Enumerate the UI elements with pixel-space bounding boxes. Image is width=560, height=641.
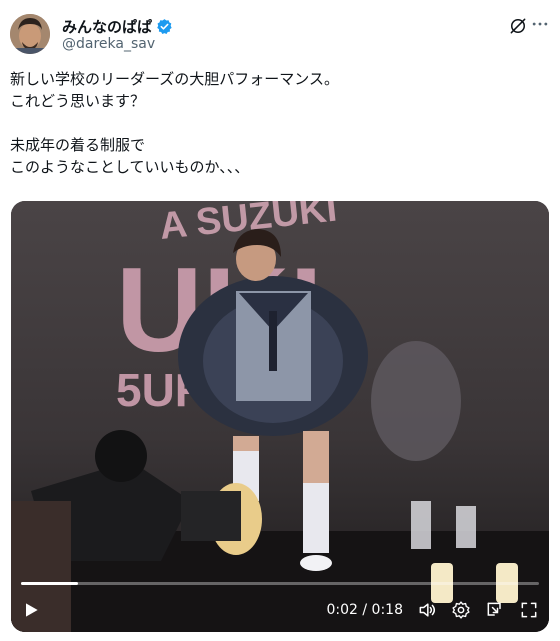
fullscreen-icon[interactable] bbox=[519, 600, 539, 620]
more-icon[interactable] bbox=[530, 14, 550, 34]
post-header: みんなのぱぱ @dareka_sav bbox=[10, 14, 550, 58]
pip-icon[interactable] bbox=[485, 600, 505, 620]
display-name[interactable]: みんなのぱぱ bbox=[62, 16, 152, 37]
grok-icon[interactable] bbox=[508, 16, 528, 36]
play-icon[interactable] bbox=[21, 600, 41, 620]
video-control-row: 0:02 / 0:18 bbox=[21, 598, 539, 622]
post-text: 新しい学校のリーダーズの大胆パフォーマンス。 これどう思います？ 未成年の着る制… bbox=[10, 70, 339, 176]
verified-badge-icon bbox=[156, 18, 173, 35]
author-name-row[interactable]: みんなのぱぱ bbox=[62, 16, 173, 37]
gear-icon[interactable] bbox=[451, 600, 471, 620]
video-controls: 0:02 / 0:18 bbox=[11, 572, 549, 632]
avatar[interactable] bbox=[10, 14, 50, 54]
video-frame: A SUZUKI UKI 5UR GO!! bbox=[11, 201, 549, 632]
volume-icon[interactable] bbox=[417, 600, 437, 620]
video-progress-bar[interactable] bbox=[21, 582, 539, 585]
author-handle[interactable]: @dareka_sav bbox=[62, 36, 155, 52]
video-time: 0:02 / 0:18 bbox=[326, 602, 404, 618]
video-player[interactable]: A SUZUKI UKI 5UR GO!! bbox=[11, 201, 549, 632]
video-progress-fill bbox=[21, 582, 78, 585]
